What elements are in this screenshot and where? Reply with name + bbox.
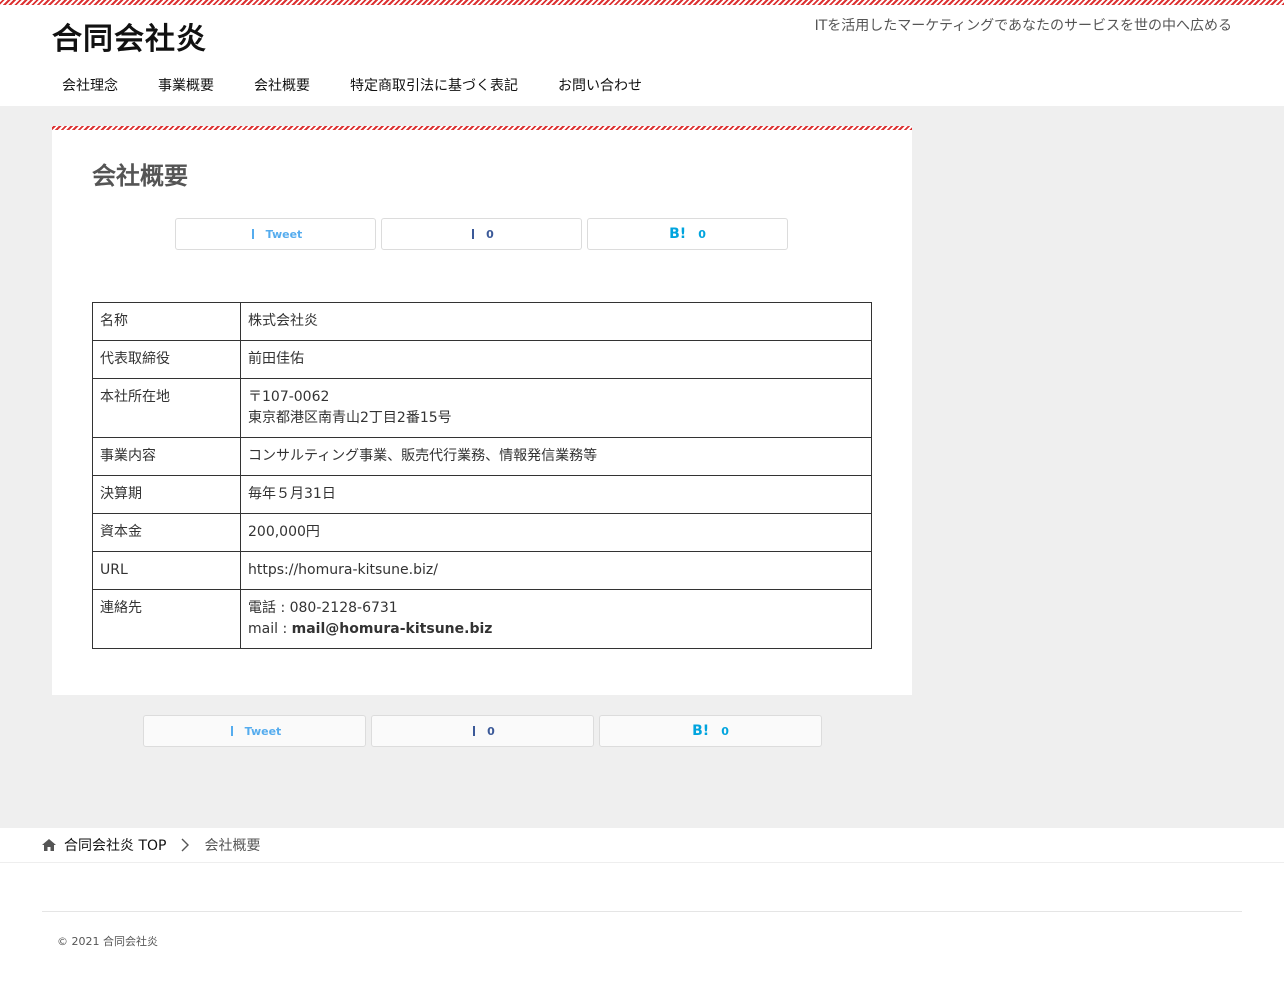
contact-mail-line: mail : mail@homura-kitsune.biz (248, 619, 864, 640)
mail-prefix: mail : (248, 621, 292, 637)
street-address: 東京都港区南青山2丁目2番15号 (248, 410, 452, 426)
mail-link[interactable]: mail@homura-kitsune.biz (292, 621, 493, 637)
facebook-count: 0 (486, 227, 494, 241)
row-key: 事業内容 (92, 437, 241, 476)
table-row: 名称 株式会社炎 (92, 302, 872, 341)
site-tagline: ITを活用したマーケティングであなたのサービスを世の中へ広める (814, 18, 1232, 34)
hatena-bookmark-icon: B! (669, 226, 687, 242)
row-key: 資本金 (92, 513, 241, 552)
facebook-icon (469, 229, 478, 239)
twitter-icon (249, 229, 258, 239)
row-key: 決算期 (92, 475, 241, 514)
row-value: 毎年５月31日 (240, 475, 872, 514)
share-buttons-bottom: Tweet 0 B! 0 (143, 715, 822, 747)
tweet-button[interactable]: Tweet (143, 715, 366, 747)
row-key: 連絡先 (92, 589, 241, 649)
nav-item-company-profile[interactable]: 会社概要 (234, 74, 330, 98)
row-key: URL (92, 551, 241, 590)
nav-item-commercial-law[interactable]: 特定商取引法に基づく表記 (330, 74, 538, 98)
article-accent-stripe (52, 126, 912, 130)
hatena-count: 0 (698, 227, 706, 241)
row-value-address: 〒107-0062 東京都港区南青山2丁目2番15号 (240, 378, 872, 438)
share-buttons-top: Tweet 0 B! 0 (175, 218, 788, 250)
breadcrumb-current: 会社概要 (204, 838, 261, 854)
postal-code: 〒107-0062 (248, 389, 330, 405)
row-value: コンサルティング事業、販売代行業務、情報発信業務等 (240, 437, 872, 476)
facebook-share-button[interactable]: 0 (381, 218, 582, 250)
facebook-share-button[interactable]: 0 (371, 715, 594, 747)
row-key: 本社所在地 (92, 378, 241, 438)
header-accent-stripe (0, 0, 1284, 5)
row-key: 代表取締役 (92, 340, 241, 379)
hatena-bookmark-icon: B! (692, 723, 710, 739)
table-row: 連絡先 電話 : 080-2128-6731 mail : mail@homur… (92, 589, 872, 649)
hatena-bookmark-button[interactable]: B! 0 (599, 715, 822, 747)
table-row: 決算期 毎年５月31日 (92, 475, 872, 514)
content-area: 会社概要 Tweet 0 B! 0 名称 株式会社炎 代表取締役 前田佳佑 本社… (0, 106, 1284, 828)
tweet-label: Tweet (244, 724, 282, 738)
table-row: 代表取締役 前田佳佑 (92, 340, 872, 379)
global-nav: 会社理念 事業概要 会社概要 特定商取引法に基づく表記 お問い合わせ (42, 74, 662, 98)
footer-divider (42, 911, 1242, 912)
table-row: 本社所在地 〒107-0062 東京都港区南青山2丁目2番15号 (92, 378, 872, 438)
page-title: 会社概要 (92, 162, 188, 190)
row-value: 前田佳佑 (240, 340, 872, 379)
hatena-count: 0 (721, 724, 729, 738)
nav-item-business-overview[interactable]: 事業概要 (138, 74, 234, 98)
row-value: 200,000円 (240, 513, 872, 552)
home-icon (42, 838, 56, 851)
breadcrumb: 合同会社炎 TOP 会社概要 (42, 828, 1242, 862)
breadcrumb-divider (0, 862, 1284, 863)
row-value: 株式会社炎 (240, 302, 872, 341)
breadcrumb-home-link[interactable]: 合同会社炎 TOP (42, 835, 166, 855)
tweet-button[interactable]: Tweet (175, 218, 376, 250)
row-value-contact: 電話 : 080-2128-6731 mail : mail@homura-ki… (240, 589, 872, 649)
twitter-icon (228, 726, 237, 736)
copyright: © 2021 合同会社炎 (57, 935, 158, 948)
breadcrumb-home-label: 合同会社炎 TOP (64, 838, 167, 854)
table-row: URL https://homura-kitsune.biz/ (92, 551, 872, 590)
hatena-bookmark-button[interactable]: B! 0 (587, 218, 788, 250)
row-key: 名称 (92, 302, 241, 341)
site-title[interactable]: 合同会社炎 (52, 14, 207, 58)
chevron-right-icon (180, 838, 190, 852)
facebook-count: 0 (487, 724, 495, 738)
tweet-label: Tweet (265, 227, 303, 241)
article-card: 会社概要 Tweet 0 B! 0 名称 株式会社炎 代表取締役 前田佳佑 本社… (52, 126, 912, 695)
table-row: 事業内容 コンサルティング事業、販売代行業務、情報発信業務等 (92, 437, 872, 476)
row-value-url: https://homura-kitsune.biz/ (240, 551, 872, 590)
contact-phone: 電話 : 080-2128-6731 (248, 600, 398, 616)
nav-item-philosophy[interactable]: 会社理念 (42, 74, 138, 98)
facebook-icon (470, 726, 479, 736)
company-profile-table: 名称 株式会社炎 代表取締役 前田佳佑 本社所在地 〒107-0062 東京都港… (92, 302, 872, 649)
nav-item-contact[interactable]: お問い合わせ (538, 74, 662, 98)
table-row: 資本金 200,000円 (92, 513, 872, 552)
